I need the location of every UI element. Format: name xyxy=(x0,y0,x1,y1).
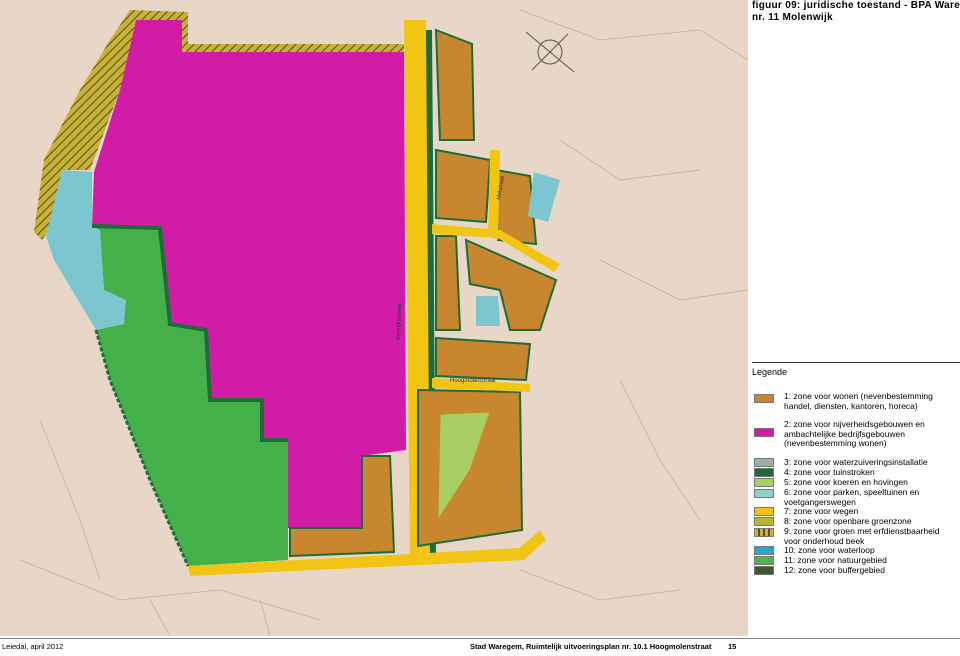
legend-swatch xyxy=(754,556,774,565)
footer-divider xyxy=(0,638,960,639)
legend-swatch xyxy=(754,528,774,537)
figure-title: figuur 09: juridische toestand - BPA War… xyxy=(752,0,960,24)
zoning-map: Holstraat Kortrijkseweg Hoogmolenstraat xyxy=(0,0,748,636)
figure-title-line2: nr. 11 Molenwijk xyxy=(752,12,833,23)
legend-swatch xyxy=(754,428,774,437)
legend-label: 6: zone voor parken, speeltuinen en voet… xyxy=(784,487,920,507)
zone-6-square xyxy=(476,296,500,326)
legend-swatch xyxy=(754,546,774,555)
legend-swatch xyxy=(754,517,774,526)
street-label-2: Kortrijkseweg xyxy=(396,304,403,340)
legend-label: 12: zone voor buffergebied xyxy=(784,565,885,575)
footer-left: Leiedal, april 2012 xyxy=(2,642,64,651)
legend-swatch xyxy=(754,566,774,575)
legend-swatch xyxy=(754,507,774,516)
legend-label: 1: zone voor wonen (nevenbestemming hand… xyxy=(784,391,933,411)
legend-swatch xyxy=(754,458,774,467)
legend-heading: Legende xyxy=(752,367,788,377)
street-label-3: Hoogmolenstraat xyxy=(450,378,496,384)
legend-label: 9: zone voor groen met erfdienstbaarheid… xyxy=(784,526,940,546)
footer-center: Stad Waregem, Ruimtelijk uitvoeringsplan… xyxy=(470,642,712,651)
legend-swatch xyxy=(754,468,774,477)
legend-swatch xyxy=(754,489,774,498)
legend-divider xyxy=(752,362,960,363)
figure-title-line1: figuur 09: juridische toestand - BPA War… xyxy=(752,0,960,11)
legend-swatch xyxy=(754,394,774,403)
legend-swatch xyxy=(754,478,774,487)
page-number: 15 xyxy=(728,642,737,651)
legend-label: 2: zone voor nijverheidsgebouwen en amba… xyxy=(784,419,925,448)
